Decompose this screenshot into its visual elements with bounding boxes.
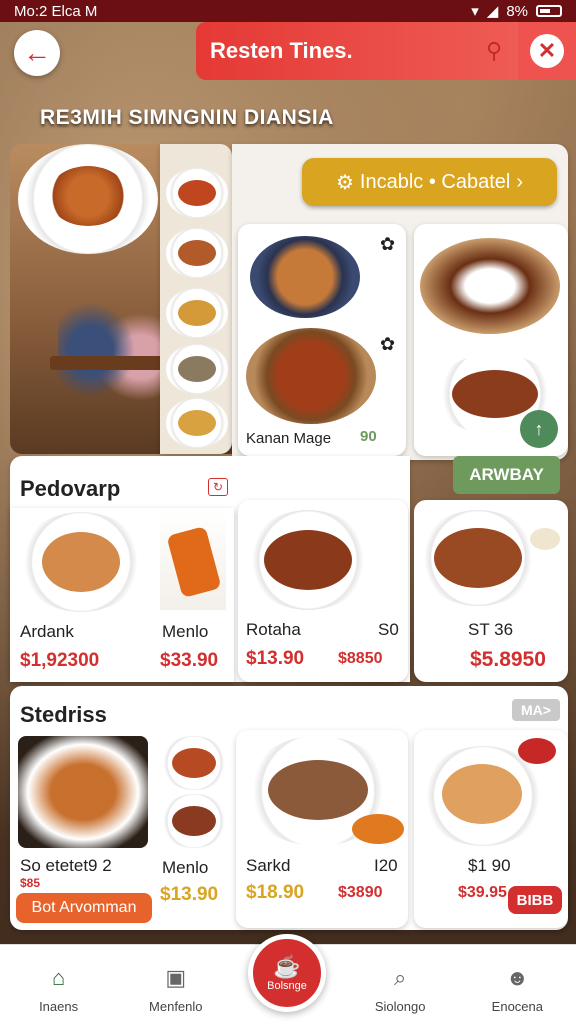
dish-image <box>418 510 538 606</box>
item-name: I20 <box>374 856 398 875</box>
status-bar: Mo:2 Elca M ▾ ◢ 8% <box>0 0 576 22</box>
promo-button[interactable]: ⚙ Incablc • Cabatel › <box>302 158 557 206</box>
app-title: Resten Tines. <box>210 38 353 63</box>
nav-item-people[interactable]: ☻ Enocena <box>472 963 562 1014</box>
signal-icon: ◢ <box>486 3 499 20</box>
promo-icon: ⚙ <box>335 171 354 194</box>
cart-icon: ☕ <box>273 954 301 979</box>
dish-image <box>246 510 370 610</box>
item-name: Sarkd <box>246 856 291 875</box>
item-name: So etetet9 2 <box>20 856 112 875</box>
promo-label: Incablc • Cabatel <box>359 170 511 193</box>
item-name: Ardank <box>20 622 74 641</box>
item-price: $3890 <box>338 884 383 901</box>
menu-button[interactable]: ✕ <box>518 22 576 80</box>
featured-name: Kanan Mage <box>246 430 332 447</box>
side-dish-image[interactable] <box>166 228 228 278</box>
menu-item-card[interactable]: Ardank $1,92300 Menlo $33.90 <box>10 508 234 682</box>
search-icon: ⚲ <box>485 38 503 63</box>
close-icon: ✕ <box>530 34 564 68</box>
side-dish-image[interactable] <box>166 344 228 394</box>
battery-level: 8% <box>506 2 528 20</box>
featured-badge: 90 <box>360 428 377 445</box>
sauce-image <box>518 738 556 764</box>
nav-label: Enocena <box>491 999 543 1014</box>
nav-item-menu[interactable]: ▣ Menfenlo <box>131 963 221 1014</box>
section-title: Pedovarp <box>20 476 121 501</box>
featured-card[interactable]: ✿ ✿ Kanan Mage 90 <box>238 224 406 456</box>
chevron-right-icon: › <box>516 170 524 193</box>
menu-item-card[interactable]: Sarkd I20 $18.90 $3890 <box>236 730 408 928</box>
hero-title: RE3MIH SIMNGNIN DIANSIA <box>40 106 334 129</box>
dish-image <box>18 512 144 612</box>
nav-item-search[interactable]: ⌕ Siolongo <box>355 963 445 1014</box>
header-bar: Resten Tines. ⚲ ✕ <box>196 22 576 80</box>
item-name: ST 36 <box>468 620 514 639</box>
search-location-icon: ⌕ <box>393 965 407 990</box>
sauce-image <box>530 528 560 550</box>
item-price: $13.90 <box>160 884 219 905</box>
refresh-icon[interactable]: ↻ <box>208 478 228 496</box>
dish-image[interactable] <box>160 736 228 790</box>
side-dish-image[interactable] <box>166 288 228 338</box>
section-title: Stedriss <box>20 702 107 727</box>
item-price: $8850 <box>338 650 383 667</box>
people-icon: ☻ <box>505 965 529 990</box>
featured-card[interactable]: ↑ <box>414 224 568 456</box>
status-time: Mo:2 Elca M <box>14 2 98 20</box>
back-arrow-icon: ← <box>23 37 51 68</box>
item-price: $13.90 <box>246 648 305 669</box>
add-icon[interactable]: ↑ <box>520 410 558 448</box>
more-button[interactable]: MA> <box>512 699 560 721</box>
table-image <box>50 356 170 370</box>
dish-image <box>250 236 360 318</box>
decor-icon: ✿ <box>380 234 396 254</box>
item-price: $39.95 <box>458 884 507 901</box>
dish-image[interactable] <box>160 794 228 848</box>
cart-fab-button[interactable]: ☕ Bolsnge <box>248 934 326 1012</box>
status-icons: ▾ ◢ 8% <box>471 2 562 20</box>
nav-label: Menfenlo <box>149 999 203 1014</box>
nav-item-home[interactable]: ⌂ Inaens <box>14 963 104 1014</box>
decor-icon: ✿ <box>380 334 396 354</box>
menu-item-card[interactable]: ST 36 $5.8950 <box>414 500 568 682</box>
item-price: $18.90 <box>246 882 305 903</box>
item-price: $5.8950 <box>470 648 546 671</box>
home-icon: ⌂ <box>51 965 66 990</box>
item-name: S0 <box>378 620 399 639</box>
search-button[interactable]: ⚲ <box>470 22 518 80</box>
menu-book-icon: ▣ <box>165 965 187 990</box>
sauce-image <box>352 814 404 844</box>
item-subprice: $85 <box>20 876 41 890</box>
menu-item-card[interactable]: Rotaha S0 $13.90 $8850 <box>238 500 408 682</box>
fab-label: Bolsnge <box>267 980 307 992</box>
nav-label: Inaens <box>39 999 79 1014</box>
item-name: $1 90 <box>468 856 511 875</box>
dish-image <box>420 238 560 334</box>
item-name: Menlo <box>162 622 209 641</box>
promo-badge[interactable]: BIBB <box>508 886 562 914</box>
item-name: Rotaha <box>246 620 301 639</box>
side-dishes-column <box>160 144 232 454</box>
recommend-button[interactable]: Bot Arvomman <box>16 893 152 923</box>
dish-image <box>160 510 226 610</box>
wifi-icon: ▾ <box>471 3 479 20</box>
item-name: Menlo <box>162 858 209 877</box>
side-dish-image[interactable] <box>166 398 228 448</box>
battery-icon <box>536 5 562 17</box>
dish-image[interactable] <box>18 736 148 848</box>
item-price: $1,92300 <box>20 650 100 671</box>
hero-dish-image <box>18 144 158 254</box>
nav-label: Siolongo <box>374 999 426 1014</box>
item-price: $33.90 <box>160 650 219 671</box>
away-button[interactable]: ARWBAY <box>453 456 560 494</box>
side-dish-image[interactable] <box>166 168 228 218</box>
dish-image <box>246 328 376 424</box>
back-button[interactable]: ← <box>14 30 60 76</box>
